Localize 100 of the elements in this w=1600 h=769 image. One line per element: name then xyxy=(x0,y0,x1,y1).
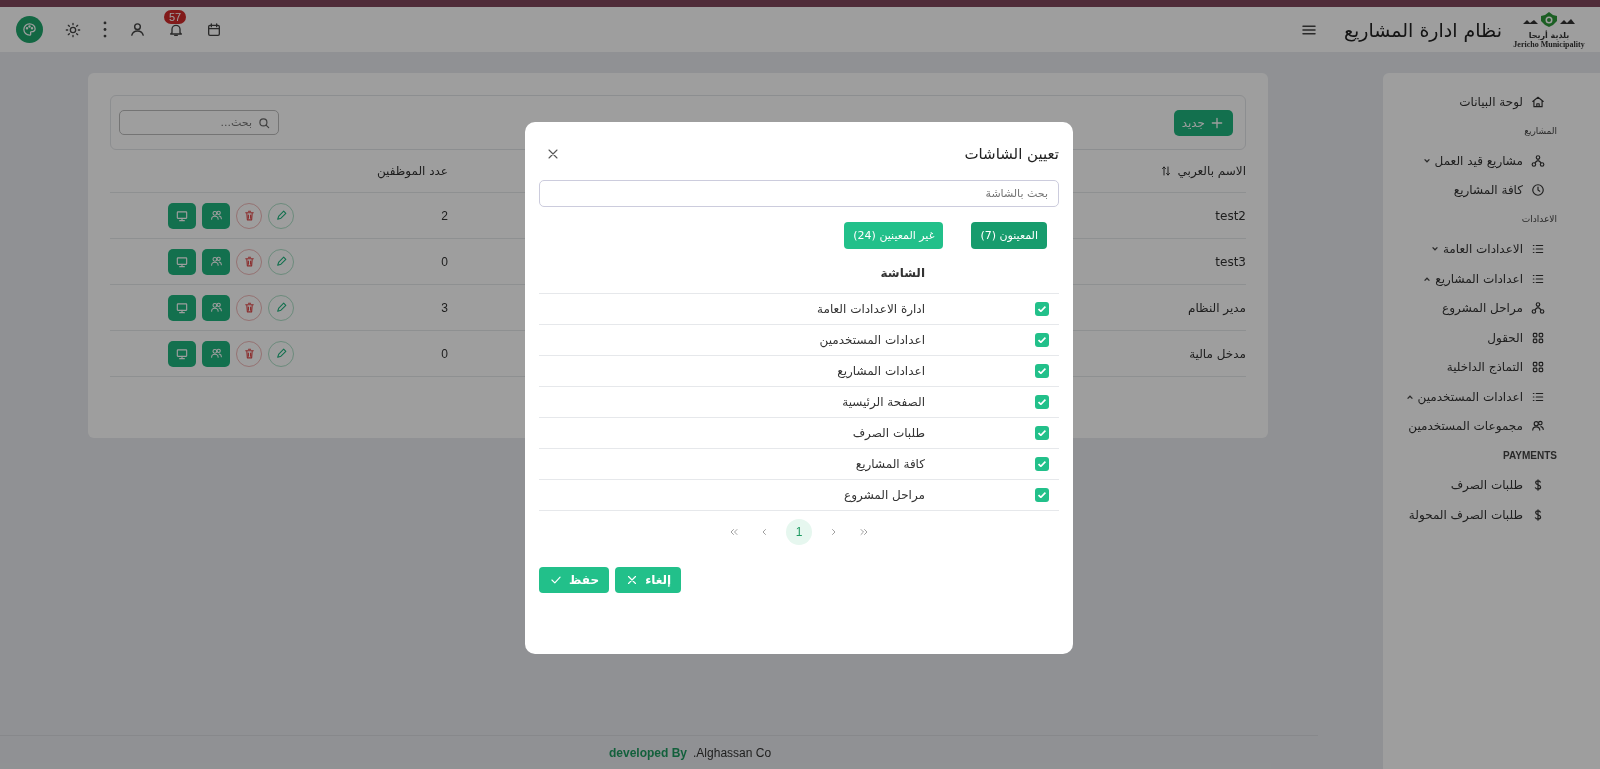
logo-text: Jericho Municipality xyxy=(1513,39,1585,49)
home-icon xyxy=(1531,94,1545,109)
delete-button[interactable] xyxy=(236,248,262,275)
monitor-icon xyxy=(175,300,189,315)
grid-icon xyxy=(1531,360,1545,375)
screen-search-field[interactable]: بحث بالشاشة xyxy=(539,180,1059,207)
checkbox[interactable] xyxy=(1035,395,1049,409)
developer-label: developed By xyxy=(609,745,688,760)
checkbox[interactable] xyxy=(1035,457,1049,471)
screen-name: طلبات الصرف xyxy=(852,426,925,440)
pencil-icon xyxy=(274,209,288,222)
notification-badge: 57 xyxy=(164,9,187,24)
dialog-title: تعيين الشاشات xyxy=(964,145,1059,163)
checkbox[interactable] xyxy=(1035,426,1049,440)
check-icon xyxy=(1038,399,1046,405)
sidebar-section-label: PAYMENTS xyxy=(1502,449,1558,463)
table-cell: 0 xyxy=(441,346,448,361)
palette-button[interactable] xyxy=(16,16,43,43)
table-cell: 0 xyxy=(441,254,448,269)
company-name: .Alghassan Co xyxy=(693,745,772,760)
sun-icon xyxy=(65,21,81,38)
pencil-icon xyxy=(274,301,288,314)
trash-icon xyxy=(242,255,256,268)
screens-button[interactable] xyxy=(168,340,196,367)
filter-tab[interactable]: المعينون (7) xyxy=(971,222,1047,249)
delete-button[interactable] xyxy=(236,294,262,321)
delete-button[interactable] xyxy=(236,340,262,367)
sort-icon xyxy=(1159,165,1172,177)
column-header: عدد الموظفين xyxy=(376,164,448,178)
pencil-icon xyxy=(274,347,288,360)
sidebar-item[interactable]: طلبات الصرف المحولة xyxy=(1383,500,1600,530)
sidebar-item[interactable]: التماذج الداخلية xyxy=(1383,352,1600,382)
grid-icon xyxy=(1531,330,1545,345)
users-button[interactable] xyxy=(202,340,230,367)
check-icon xyxy=(1038,368,1046,374)
page-button[interactable]: 1 xyxy=(786,519,812,545)
screen-name: مراحل المشروع xyxy=(844,488,925,502)
search-field[interactable]: بحث... xyxy=(119,110,279,135)
theme-button[interactable] xyxy=(65,21,81,38)
table-cell: 3 xyxy=(441,300,448,315)
checkbox[interactable] xyxy=(1035,364,1049,378)
trash-icon xyxy=(242,209,256,222)
calendar-button[interactable] xyxy=(206,21,222,38)
delete-button[interactable] xyxy=(236,202,262,229)
double-chevron-left-icon xyxy=(728,526,740,538)
screens-button[interactable] xyxy=(168,294,196,321)
table-cell: test2 xyxy=(1215,208,1246,223)
users-icon xyxy=(1531,419,1545,434)
check-icon xyxy=(1038,461,1046,467)
sidebar-item[interactable]: مجموعات المستخدمين xyxy=(1383,411,1600,441)
clock-icon xyxy=(1531,183,1545,198)
search-icon xyxy=(257,115,271,130)
sidebar-item[interactable]: مشاريع قيد العمل xyxy=(1383,146,1600,176)
users-icon xyxy=(209,209,223,222)
edit-button[interactable] xyxy=(268,340,294,367)
edit-button[interactable] xyxy=(268,294,294,321)
double-chevron-right-icon xyxy=(858,526,870,538)
table-cell: مدخل مالية xyxy=(1189,346,1246,361)
sidebar-item[interactable]: الاعدادات العامة xyxy=(1383,234,1600,264)
column-header[interactable]: الاسم بالعربي xyxy=(1177,164,1246,178)
edit-button[interactable] xyxy=(268,248,294,275)
palette-icon xyxy=(22,22,37,37)
screen-name: اعدادات المستخدمين xyxy=(819,333,925,347)
table-cell: test3 xyxy=(1215,254,1246,269)
sidebar-item[interactable]: كافة المشاريع xyxy=(1383,175,1600,205)
sidebar-item[interactable]: لوحة البيانات xyxy=(1383,87,1600,117)
edit-button[interactable] xyxy=(268,202,294,229)
screen-name: كافة المشاريع xyxy=(855,457,925,471)
screens-button[interactable] xyxy=(168,202,196,229)
checkbox[interactable] xyxy=(1035,302,1049,316)
kebab-icon[interactable] xyxy=(103,21,107,38)
users-button[interactable] xyxy=(202,294,230,321)
sidebar-item[interactable]: اعدادات المستخدمين xyxy=(1383,382,1600,412)
sidebar-item[interactable]: مراحل المشروع xyxy=(1383,293,1600,323)
sidebar-section-label: الاعدادات xyxy=(1520,213,1558,226)
screen-name: اعدادات المشاريع xyxy=(837,364,925,378)
checkbox[interactable] xyxy=(1035,488,1049,502)
trash-icon xyxy=(242,347,256,360)
checkbox[interactable] xyxy=(1035,333,1049,347)
sidebar-item[interactable]: الحقول xyxy=(1383,323,1600,353)
monitor-icon xyxy=(175,254,189,269)
app-title: نظام ادارة المشاريع xyxy=(1343,18,1502,41)
users-icon xyxy=(209,255,223,268)
check-icon xyxy=(1038,430,1046,436)
check-icon xyxy=(1038,337,1046,343)
sidebar-item[interactable]: اعدادات المشاريع xyxy=(1383,264,1600,294)
logo-text: بلدية أريحا xyxy=(1528,30,1570,40)
users-icon xyxy=(209,347,223,360)
table-cell: مدير النظام xyxy=(1187,300,1246,315)
users-icon xyxy=(209,301,223,314)
check-icon xyxy=(1038,492,1046,498)
user-button[interactable] xyxy=(129,21,146,38)
column-header: الشاشة xyxy=(880,265,925,280)
sidebar-item[interactable]: طلبات الصرف xyxy=(1383,470,1600,500)
user-icon xyxy=(129,21,146,38)
sitemap-icon xyxy=(1531,301,1545,316)
screen-name: الصفحة الرئيسية xyxy=(842,395,925,409)
screens-button[interactable] xyxy=(168,248,196,275)
users-button[interactable] xyxy=(202,202,230,229)
users-button[interactable] xyxy=(202,248,230,275)
